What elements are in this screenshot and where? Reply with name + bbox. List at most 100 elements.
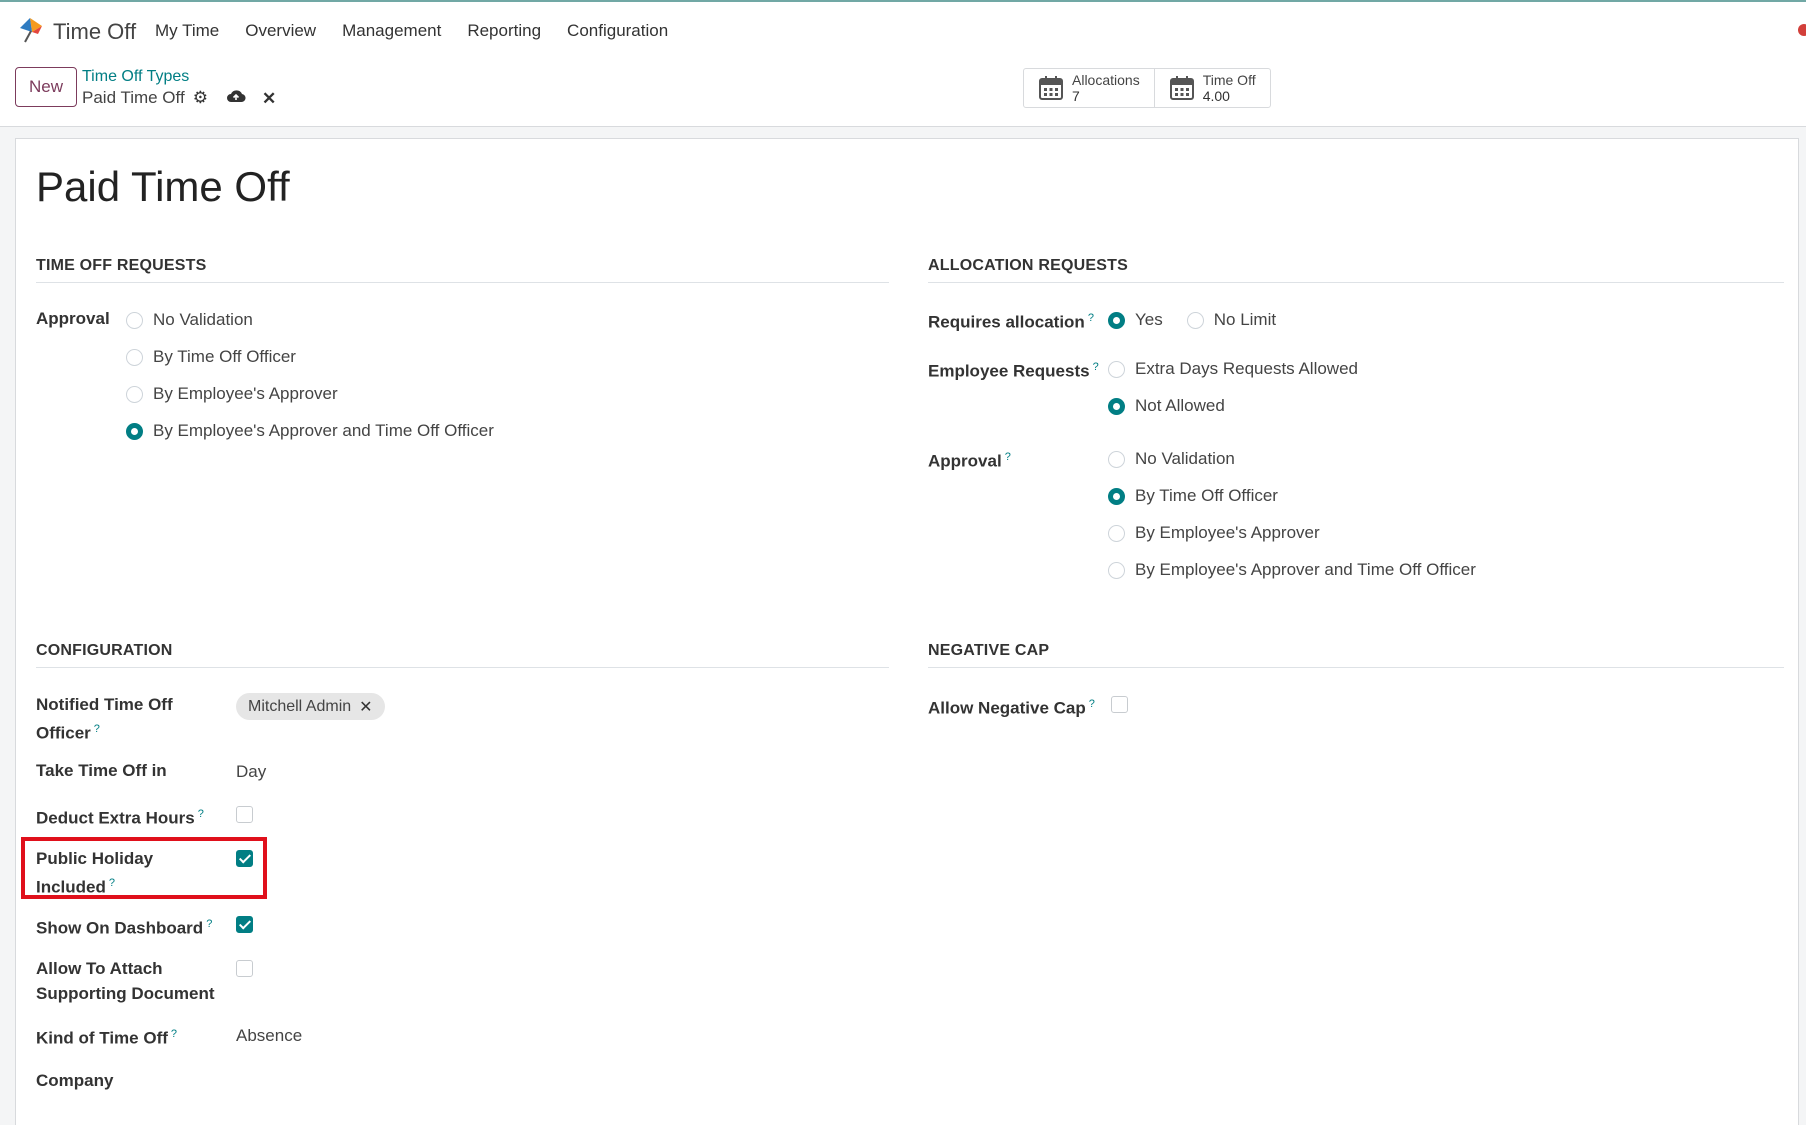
menu-overview[interactable]: Overview [245,21,316,41]
label-text: Show On Dashboard [36,918,204,938]
radio-selected-icon[interactable] [1108,397,1125,415]
gear-icon[interactable]: ⚙ [193,88,208,108]
time-off-smart-button[interactable]: Time Off 4.00 [1153,69,1270,107]
menu-configuration[interactable]: Configuration [567,21,668,41]
radio-icon[interactable] [1108,524,1125,542]
radio-icon[interactable] [1186,311,1204,329]
time-off-app-icon[interactable] [16,16,44,44]
top-navbar: Time Off My Time Overview Management Rep… [0,0,1806,60]
radio-icon[interactable] [126,311,143,329]
help-icon[interactable]: ? [94,723,100,735]
allow-negative-cap-checkbox[interactable] [1111,696,1128,713]
notified-officer-label: Notified Time Off Officer? [36,692,173,746]
company-label: Company [36,1071,114,1090]
allow-negative-cap-label: Allow Negative Cap? [928,692,1095,721]
section-negative-cap: NEGATIVE CAP [928,642,1784,668]
radio-icon[interactable] [1108,360,1125,378]
label-line: Notified Time Off [36,695,173,714]
employee-requests-extra-days[interactable]: Extra Days Requests Allowed [1108,359,1358,379]
radio-icon[interactable] [1108,450,1125,468]
kind-of-time-off-label: Kind of Time Off? [36,1022,177,1051]
help-icon[interactable]: ? [1088,312,1094,324]
stat-value: 4.00 [1202,88,1230,104]
deduct-extra-hours-checkbox[interactable] [236,806,253,823]
radio-selected-icon[interactable] [1108,487,1125,505]
breadcrumb-current: Paid Time Off ⚙ [82,88,208,108]
approval-option-approver-and-officer[interactable]: By Employee's Approver and Time Off Offi… [126,421,494,441]
main-menu: My Time Overview Management Reporting Co… [155,21,668,41]
help-icon[interactable]: ? [1089,698,1095,710]
allocation-approval-label: Approval? [928,445,1011,474]
radio-label: Yes [1135,310,1163,329]
stat-value: 7 [1072,88,1080,104]
show-dashboard-label: Show On Dashboard? [36,912,212,941]
attach-document-label: Allow To Attach Supporting Document [36,956,214,1006]
allocation-approval-approver[interactable]: By Employee's Approver [1108,523,1320,543]
radio-icon[interactable] [126,385,143,403]
notified-officer-tag[interactable]: Mitchell Admin ✕ [236,693,385,720]
discard-x-icon[interactable]: ✕ [262,89,276,109]
help-icon[interactable]: ? [1093,361,1099,373]
employee-requests-not-allowed[interactable]: Not Allowed [1108,396,1225,416]
help-icon[interactable]: ? [171,1028,177,1040]
radio-icon[interactable] [1108,561,1125,579]
label-text: Employee Requests [928,361,1090,381]
approval-label: Approval [36,309,110,328]
calendar-icon [1039,76,1063,100]
annotation-highlight-box [21,837,267,899]
radio-label: By Employee's Approver and Time Off Offi… [153,421,494,440]
menu-my-time[interactable]: My Time [155,21,219,41]
control-panel: New Time Off Types Paid Time Off ⚙ ✕ All… [0,60,1806,127]
label-line: Allow To Attach [36,959,163,978]
label-line: Supporting Document [36,984,215,1003]
radio-label: No Validation [153,310,253,329]
deduct-extra-hours-label: Deduct Extra Hours? [36,802,204,831]
new-button[interactable]: New [15,67,77,107]
radio-label: Not Allowed [1135,396,1225,415]
label-line: Officer [36,723,91,743]
record-title[interactable]: Paid Time Off [36,163,290,211]
breadcrumb-parent-link[interactable]: Time Off Types [82,68,189,86]
app-name[interactable]: Time Off [53,19,136,45]
radio-label: By Employee's Approver and Time Off Offi… [1135,560,1476,579]
help-icon[interactable]: ? [1005,451,1011,463]
label-text: Approval [928,451,1002,471]
label-text: Allow Negative Cap [928,698,1086,718]
kind-of-time-off-value[interactable]: Absence [236,1026,302,1046]
radio-label: No Limit [1213,310,1277,329]
cloud-upload-icon[interactable] [226,88,246,109]
help-icon[interactable]: ? [206,918,212,930]
allocation-approval-officer[interactable]: By Time Off Officer [1108,486,1278,506]
allocations-smart-button[interactable]: Allocations 7 [1024,69,1154,107]
allocation-approval-approver-and-officer[interactable]: By Employee's Approver and Time Off Offi… [1108,560,1476,580]
remove-tag-icon[interactable]: ✕ [359,697,372,717]
radio-icon[interactable] [126,348,143,366]
employee-requests-label: Employee Requests? [928,355,1099,384]
help-icon[interactable]: ? [198,808,204,820]
take-time-off-value[interactable]: Day [236,762,266,782]
section-allocation-requests: ALLOCATION REQUESTS [928,257,1784,283]
approval-option-officer[interactable]: By Time Off Officer [126,347,296,367]
approval-option-approver[interactable]: By Employee's Approver [126,384,338,404]
section-configuration: CONFIGURATION [36,642,889,668]
radio-selected-icon[interactable] [1108,311,1125,329]
label-text: Requires allocation [928,312,1085,332]
menu-reporting[interactable]: Reporting [467,21,541,41]
label-text: Kind of Time Off [36,1028,168,1048]
requires-allocation-label: Requires allocation? [928,306,1094,335]
approval-option-no-validation[interactable]: No Validation [126,310,253,330]
radio-label: By Employee's Approver [1135,523,1320,542]
calendar-icon [1169,76,1194,100]
section-time-off-requests: TIME OFF REQUESTS [36,257,889,283]
menu-management[interactable]: Management [342,21,441,41]
radio-label: By Time Off Officer [153,347,296,366]
allocation-approval-no-validation[interactable]: No Validation [1108,449,1235,469]
stat-label: Time Off [1202,72,1256,88]
attach-document-checkbox[interactable] [236,960,253,977]
radio-selected-icon[interactable] [126,422,143,440]
label-text: Deduct Extra Hours [36,808,195,828]
radio-label: Extra Days Requests Allowed [1135,359,1358,378]
notification-dot[interactable] [1798,24,1806,36]
breadcrumb-current-label: Paid Time Off [82,88,185,107]
show-dashboard-checkbox[interactable] [236,916,253,933]
